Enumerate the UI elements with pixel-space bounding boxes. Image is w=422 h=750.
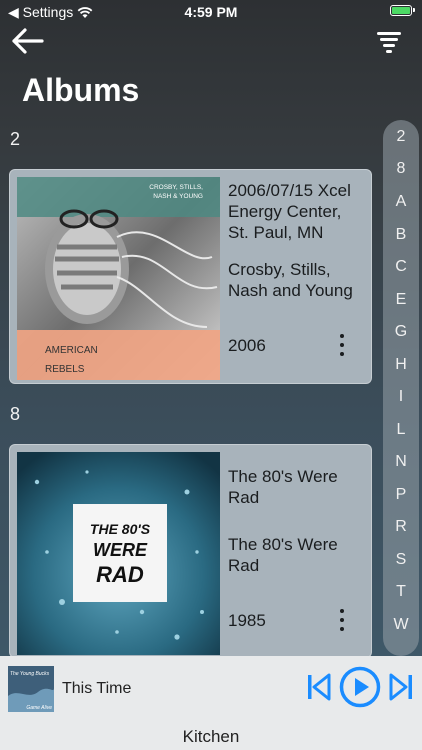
mini-player[interactable]: The Young Bucks Game Alive This Time Kit… xyxy=(0,656,422,750)
status-time: 4:59 PM xyxy=(184,4,238,20)
section-header: 2 xyxy=(10,129,21,149)
index-letter[interactable]: B xyxy=(383,226,419,244)
index-letter[interactable]: N xyxy=(383,453,419,471)
index-letter[interactable]: 8 xyxy=(383,160,419,178)
more-vertical-icon[interactable] xyxy=(339,334,345,356)
thumb-text-top: The Young Bucks xyxy=(10,671,50,677)
album-name: 2006/07/15 Xcel Energy Center, St. Paul,… xyxy=(228,181,351,242)
previous-button[interactable] xyxy=(306,670,332,709)
svg-text:CROSBY, STILLS,: CROSBY, STILLS, xyxy=(149,184,203,191)
play-circle-icon xyxy=(339,666,381,708)
index-letter[interactable]: A xyxy=(383,193,419,211)
index-letter[interactable]: R xyxy=(383,518,419,536)
album-art: CROSBY, STILLS, NASH & YOUNG AMERICAN RE… xyxy=(17,177,220,380)
album-name: The 80's Were Rad xyxy=(228,467,338,507)
album-year: 1985 xyxy=(228,611,266,630)
index-letter[interactable]: L xyxy=(383,421,419,439)
filter-icon xyxy=(377,32,401,53)
play-button[interactable] xyxy=(339,666,381,713)
album-art: THE 80'S WERE RAD xyxy=(17,452,220,655)
index-letter[interactable]: C xyxy=(383,258,419,276)
index-letter[interactable]: T xyxy=(383,583,419,601)
album-card[interactable]: THE 80'S WERE RAD The 80's Were Rad The … xyxy=(9,444,372,658)
arrow-left-icon xyxy=(12,28,44,54)
svg-text:WERE: WERE xyxy=(93,540,148,560)
back-button[interactable] xyxy=(10,26,46,56)
svg-text:AMERICAN: AMERICAN xyxy=(45,345,98,356)
now-playing-track: This Time xyxy=(62,680,132,697)
index-letter[interactable]: G xyxy=(383,323,419,341)
album-card[interactable]: CROSBY, STILLS, NASH & YOUNG AMERICAN RE… xyxy=(9,169,372,384)
index-letter[interactable]: W xyxy=(383,616,419,634)
filter-button[interactable] xyxy=(376,30,402,54)
album-artist: Crosby, Stills, Nash and Young xyxy=(228,260,353,300)
svg-text:REBELS: REBELS xyxy=(45,364,85,375)
svg-text:THE 80'S: THE 80'S xyxy=(90,521,151,537)
index-letter[interactable]: S xyxy=(383,551,419,569)
section-header: 8 xyxy=(10,404,21,424)
battery-charging-icon xyxy=(390,5,415,16)
skip-next-icon xyxy=(389,673,412,701)
svg-text:RAD: RAD xyxy=(96,562,144,587)
page-title: Albums xyxy=(22,72,140,108)
now-playing-thumbnail: The Young Bucks Game Alive xyxy=(8,666,54,712)
index-letter[interactable]: E xyxy=(383,291,419,309)
more-vertical-icon[interactable] xyxy=(339,609,345,631)
index-letter[interactable]: H xyxy=(383,356,419,374)
index-letter[interactable]: P xyxy=(383,486,419,504)
skip-previous-icon xyxy=(308,673,331,701)
index-letter[interactable]: I xyxy=(383,388,419,406)
svg-text:NASH & YOUNG: NASH & YOUNG xyxy=(153,193,203,200)
status-bar: ◀ Settings 4:59 PM xyxy=(0,0,422,24)
playback-zone[interactable]: Kitchen xyxy=(0,727,422,747)
album-year: 2006 xyxy=(228,336,266,355)
next-button[interactable] xyxy=(388,670,414,709)
album-artist: The 80's Were Rad xyxy=(228,535,338,575)
index-letter[interactable]: 2 xyxy=(383,128,419,146)
thumb-text-bottom: Game Alive xyxy=(26,705,52,711)
alphabet-index[interactable]: 2 8 A B C E G H I L N P R S T W xyxy=(383,120,419,656)
